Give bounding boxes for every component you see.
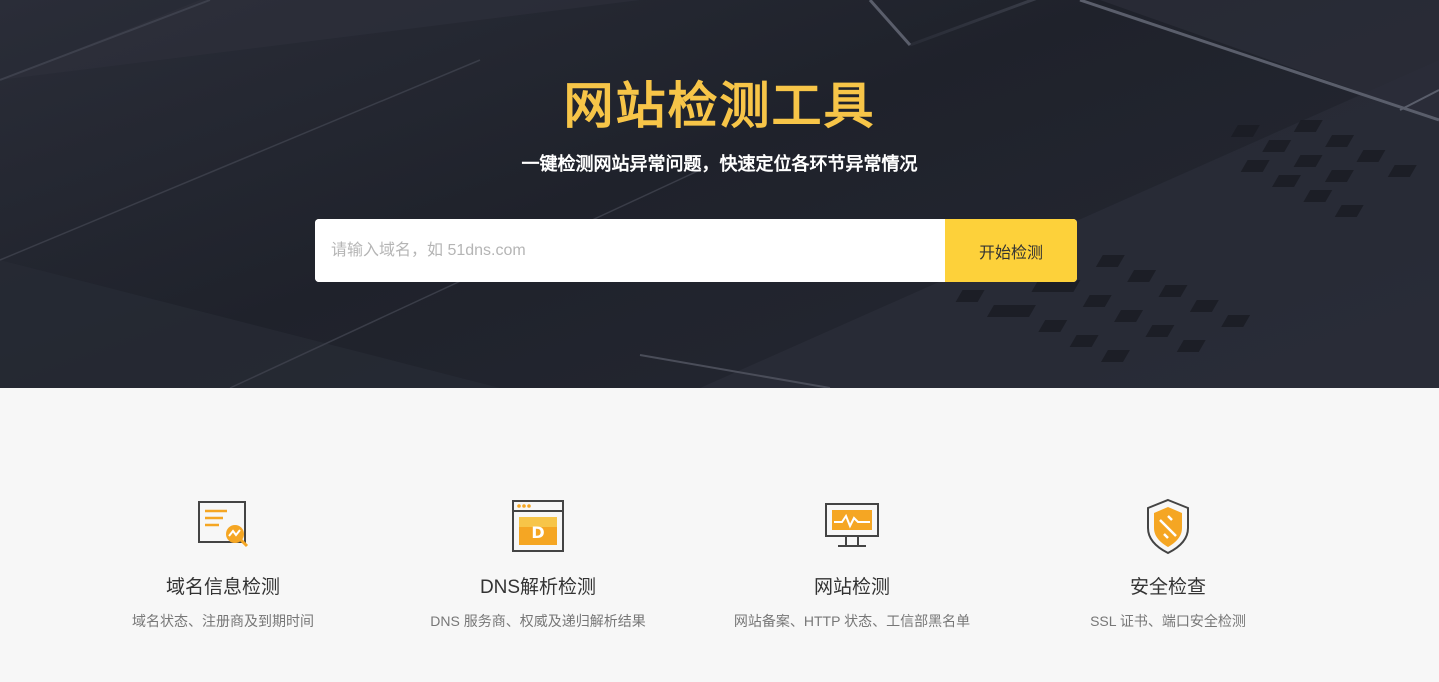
page-subtitle: 一键检测网站异常问题，快速定位各环节异常情况 — [521, 154, 918, 174]
feature-desc: 网站备案、HTTP 状态、工信部黑名单 — [733, 613, 971, 629]
feature-security[interactable]: 安全检查 SSL 证书、端口安全检测 — [1018, 496, 1318, 631]
feature-title: 网站检测 — [813, 577, 890, 598]
page-title: 网站检测工具 — [563, 78, 876, 134]
feature-desc: 域名状态、注册商及到期时间 — [132, 613, 314, 629]
search-bar: 开始检测 — [315, 219, 1077, 282]
feature-desc: SSL 证书、端口安全检测 — [1090, 613, 1246, 629]
feature-list: 域名信息检测 域名状态、注册商及到期时间 D DNS解析检测 DNS 服务商、权… — [0, 388, 1439, 682]
domain-report-icon — [198, 501, 249, 548]
feature-desc: DNS 服务商、权威及递归解析结果 — [430, 613, 646, 629]
start-check-button[interactable]: 开始检测 — [945, 219, 1077, 282]
feature-title: DNS解析检测 — [479, 577, 597, 598]
domain-search-input[interactable] — [315, 219, 945, 282]
feature-title: 安全检查 — [1129, 577, 1206, 598]
feature-title: 域名信息检测 — [165, 577, 280, 598]
feature-dns[interactable]: D DNS解析检测 DNS 服务商、权威及递归解析结果 — [388, 496, 688, 631]
hero-background-pattern — [0, 0, 1439, 388]
hero-banner: 网站检测工具 一键检测网站异常问题，快速定位各环节异常情况 开始检测 — [0, 0, 1439, 388]
dns-browser-icon: D — [512, 500, 564, 552]
svg-text:D: D — [531, 523, 544, 542]
shield-icon — [1147, 498, 1189, 555]
feature-domain-info[interactable]: 域名信息检测 域名状态、注册商及到期时间 — [73, 496, 373, 631]
feature-website[interactable]: 网站检测 网站备案、HTTP 状态、工信部黑名单 — [702, 496, 1002, 631]
monitor-icon — [825, 503, 879, 547]
